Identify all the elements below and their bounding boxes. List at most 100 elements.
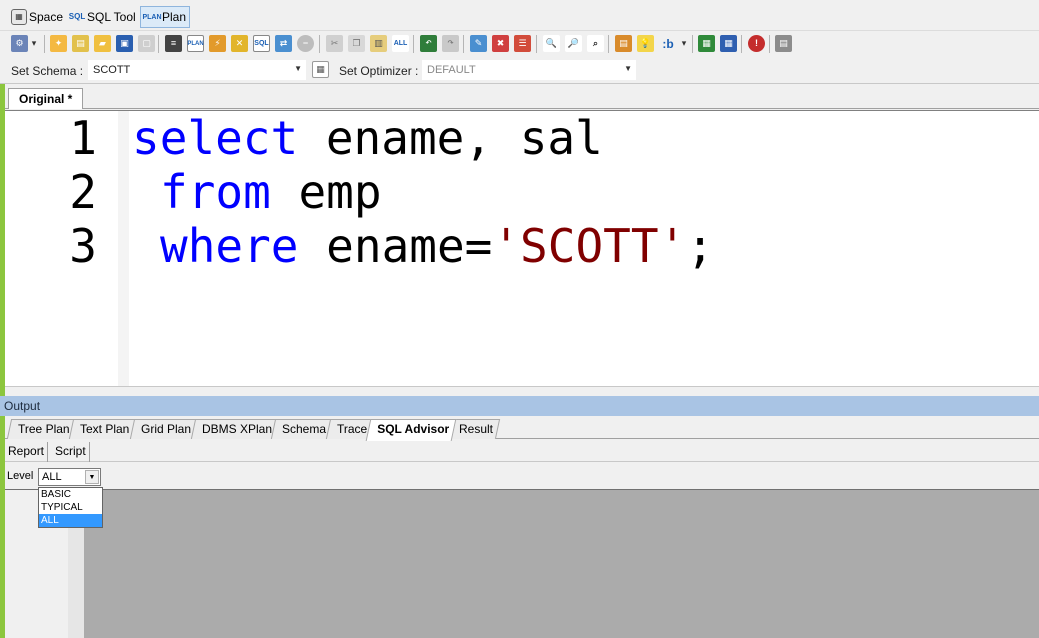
- chevron-down-icon[interactable]: ▾: [29, 35, 39, 52]
- tab-grid-plan[interactable]: Grid Plan: [129, 419, 199, 439]
- output-panel-title: Output: [0, 396, 1039, 416]
- level-row: Level ALL ▼: [5, 463, 1039, 489]
- schema-select[interactable]: SCOTT ▼: [88, 60, 306, 80]
- grid-icon[interactable]: ▦: [698, 35, 715, 52]
- main-toolbar: ⚙ ▾ ✦ ▤ ▰ ▣ ▢ ≡ PLAN ⚡ ✕ SQL ⇄ − ✂ ❐ ▥ A…: [0, 31, 1039, 57]
- stop-icon[interactable]: −: [297, 35, 314, 52]
- line-number: 3: [69, 219, 97, 273]
- new-icon[interactable]: ✦: [50, 35, 67, 52]
- tab-dbms-xplan[interactable]: DBMS XPlan: [190, 419, 280, 439]
- line-number: 1: [69, 111, 97, 165]
- find-next-icon[interactable]: 🔎: [565, 35, 582, 52]
- format-icon[interactable]: ≡: [165, 35, 182, 52]
- toolbar-separator: [769, 35, 770, 53]
- toolbar-separator: [158, 35, 159, 53]
- sql-text: emp: [270, 165, 382, 219]
- tab-report[interactable]: Report: [5, 442, 49, 462]
- level-option-all[interactable]: ALL: [39, 514, 102, 527]
- schema-select-value: SCOTT: [93, 64, 131, 76]
- chevron-down-icon[interactable]: ▾: [680, 35, 688, 52]
- toolbar-separator: [413, 35, 414, 53]
- indent-icon[interactable]: ☰: [514, 35, 531, 52]
- code-line: select ename, sal: [132, 111, 603, 165]
- toolbar-separator: [692, 35, 693, 53]
- toolbar-separator: [319, 35, 320, 53]
- hint-icon[interactable]: 💡: [637, 35, 654, 52]
- run-icon[interactable]: ⚡: [209, 35, 226, 52]
- open-folder-icon[interactable]: ▰: [94, 35, 111, 52]
- level-select[interactable]: ALL ▼: [38, 468, 101, 486]
- plan-icon: PLAN: [142, 13, 162, 21]
- mode-bar: ▦ Space SQL SQL Tool PLAN Plan: [0, 0, 1039, 31]
- disabled-icon: ▢: [138, 35, 155, 52]
- sql-tool-mode-label: SQL Tool: [87, 10, 136, 24]
- chevron-down-icon: ▼: [294, 64, 302, 73]
- space-mode-label: Space: [29, 10, 64, 24]
- sql-string: 'SCOTT': [492, 219, 687, 273]
- uncomment-icon[interactable]: ✖: [492, 35, 509, 52]
- tab-original[interactable]: Original *: [8, 88, 84, 109]
- optimizer-select[interactable]: DEFAULT ▼: [422, 60, 636, 80]
- gutter-shade: [118, 111, 129, 387]
- sql-run-icon[interactable]: SQL: [253, 35, 270, 52]
- options-icon[interactable]: ▤: [775, 35, 792, 52]
- history-icon[interactable]: ▤: [615, 35, 632, 52]
- save-icon[interactable]: ▣: [116, 35, 133, 52]
- sql-editor[interactable]: 1 2 3 select ename, sal from emp where e…: [5, 110, 1039, 387]
- open-file-icon[interactable]: ▤: [72, 35, 89, 52]
- explain-plan-icon[interactable]: PLAN: [187, 35, 204, 52]
- advisor-sub-tabs: Report Script: [5, 440, 1039, 462]
- panel-splitter[interactable]: [5, 386, 1039, 396]
- code-line: where ename='SCOTT';: [160, 219, 714, 273]
- sql-keyword: from: [160, 165, 271, 219]
- copy-icon[interactable]: ❐: [348, 35, 365, 52]
- sql-keyword: where: [160, 219, 299, 273]
- undo-icon[interactable]: ↶: [420, 35, 437, 52]
- comment-icon[interactable]: ✎: [470, 35, 487, 52]
- output-tab-strip: Tree Plan Text Plan Grid Plan DBMS XPlan…: [5, 417, 1039, 441]
- alert-icon[interactable]: !: [748, 35, 765, 52]
- replace-icon[interactable]: ⌕: [587, 35, 604, 52]
- level-label: Level: [7, 470, 34, 482]
- gear-icon[interactable]: ⚙: [11, 35, 28, 52]
- tune-icon[interactable]: ✕: [231, 35, 248, 52]
- plan-mode-label: Plan: [162, 10, 187, 24]
- sql-terminator: ;: [686, 219, 714, 273]
- toolbar-separator: [536, 35, 537, 53]
- tab-tree-plan[interactable]: Tree Plan: [6, 419, 77, 439]
- level-option-typical[interactable]: TYPICAL: [39, 501, 102, 514]
- tab-schema[interactable]: Schema: [270, 419, 334, 439]
- paste-icon[interactable]: ▥: [370, 35, 387, 52]
- editor-tab-strip: Original *: [5, 85, 1039, 109]
- toolbar-separator: [741, 35, 742, 53]
- bind-icon[interactable]: :b: [657, 35, 679, 52]
- plan-mode-button[interactable]: PLAN Plan: [140, 6, 191, 28]
- toolbar-separator: [463, 35, 464, 53]
- level-dropdown-list: BASIC TYPICAL ALL: [38, 487, 103, 528]
- table-icon[interactable]: ▦: [720, 35, 737, 52]
- space-icon: ▦: [11, 9, 27, 25]
- line-number: 2: [69, 165, 97, 219]
- advisor-result-area: [5, 489, 1039, 638]
- redo-icon[interactable]: ↷: [442, 35, 459, 52]
- toolbar-separator: [44, 35, 45, 53]
- chevron-down-icon[interactable]: ▼: [85, 470, 99, 484]
- sql-tool-mode-button[interactable]: SQL SQL Tool: [66, 6, 139, 28]
- find-icon[interactable]: 🔍: [543, 35, 560, 52]
- set-optimizer-label: Set Optimizer :: [339, 64, 419, 78]
- level-option-basic[interactable]: BASIC: [39, 488, 102, 501]
- select-all-icon[interactable]: ALL: [392, 35, 409, 52]
- chevron-down-icon: ▼: [624, 64, 632, 73]
- sql-text: ename, sal: [298, 111, 603, 165]
- code-line: from emp: [160, 165, 382, 219]
- tab-script[interactable]: Script: [52, 442, 90, 462]
- level-select-value: ALL: [42, 471, 62, 483]
- space-mode-button[interactable]: ▦ Space: [8, 6, 66, 28]
- tab-text-plan[interactable]: Text Plan: [68, 419, 137, 439]
- schema-toolbar: Set Schema : SCOTT ▼ ▦ Set Optimizer : D…: [0, 57, 1039, 84]
- cut-icon[interactable]: ✂: [326, 35, 343, 52]
- schema-browse-icon[interactable]: ▦: [312, 61, 329, 78]
- sql-icon: SQL: [68, 12, 86, 21]
- tab-sql-advisor[interactable]: SQL Advisor: [365, 419, 457, 441]
- compare-icon[interactable]: ⇄: [275, 35, 292, 52]
